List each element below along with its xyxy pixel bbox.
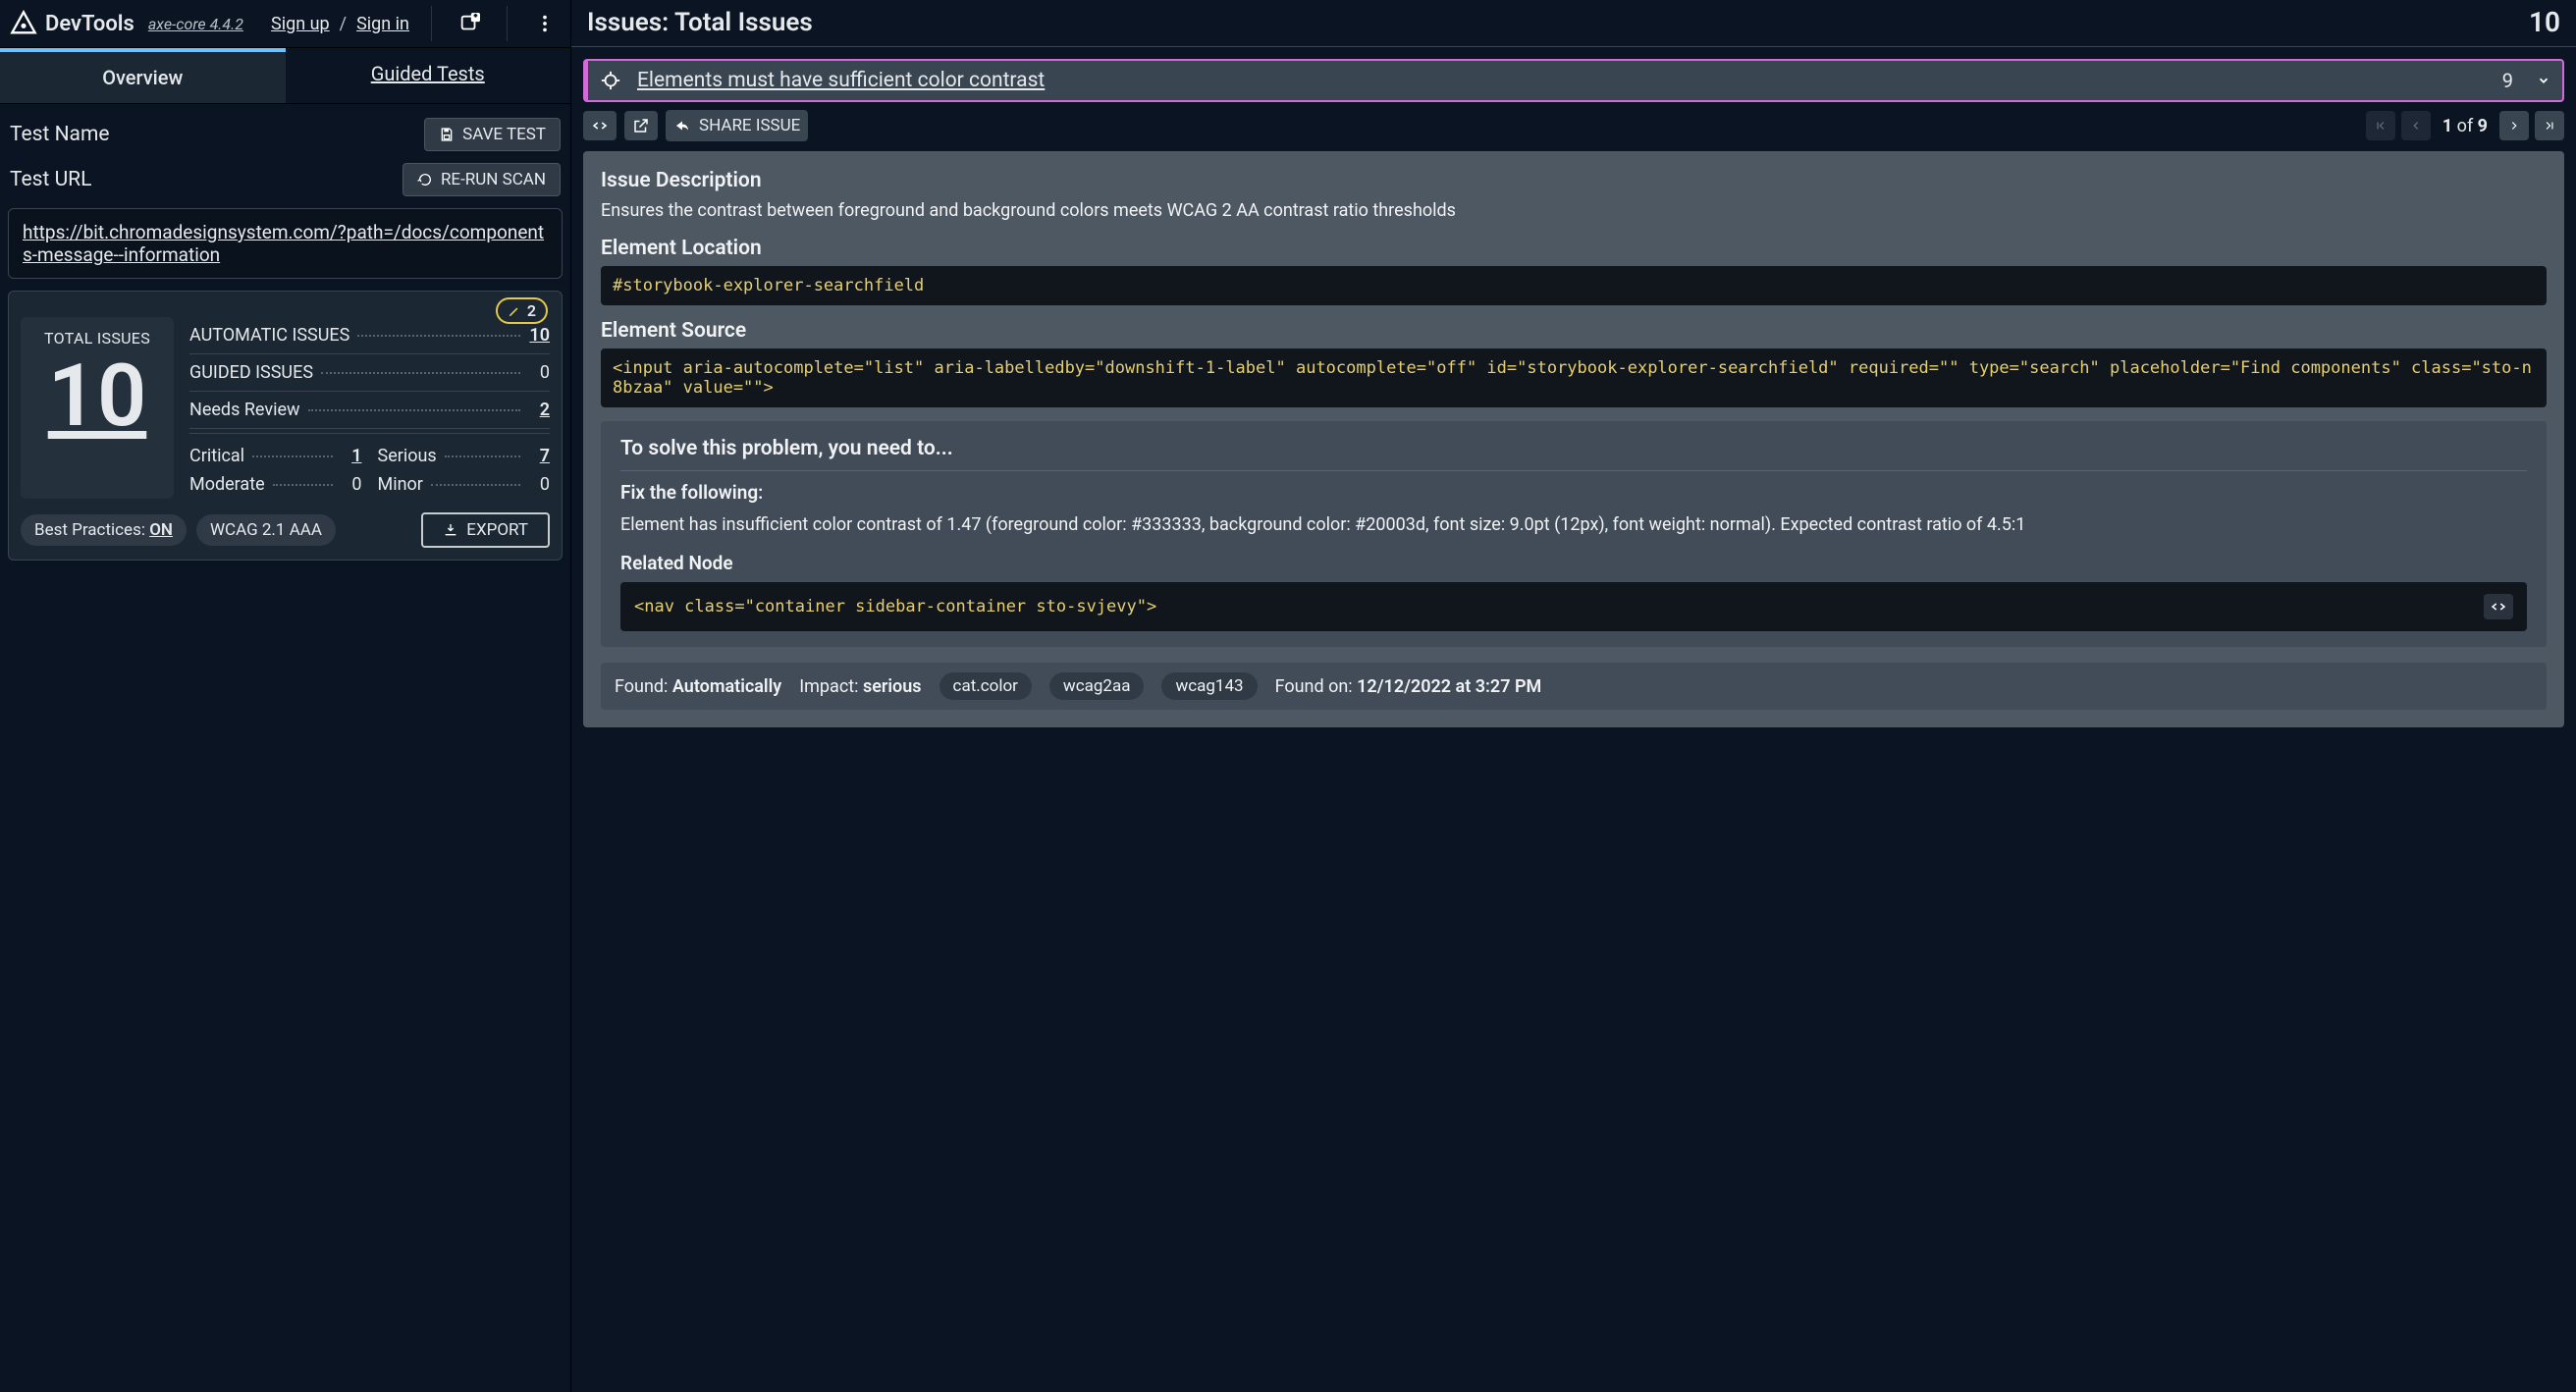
issue-description-text: Ensures the contrast between foreground …	[601, 198, 2547, 223]
signup-link[interactable]: Sign up	[271, 14, 330, 34]
share-icon	[673, 117, 691, 134]
critical-count[interactable]: 1	[341, 446, 362, 466]
issue-occurrence-count: 9	[2502, 69, 2513, 92]
pager-label: 1 of 9	[2442, 116, 2488, 136]
tag-wcag143[interactable]: wcag143	[1161, 672, 1257, 700]
related-node-code: <nav class="container sidebar-container …	[634, 597, 1156, 616]
guided-issues-count: 0	[528, 362, 550, 383]
auth-sep: /	[340, 14, 347, 34]
related-node-heading: Related Node	[620, 552, 2527, 574]
fix-text: Element has insufficient color contrast …	[620, 511, 2527, 538]
minor-label: Minor	[378, 474, 423, 495]
pager-prev	[2401, 111, 2431, 140]
rerun-label: RE-RUN SCAN	[441, 170, 546, 189]
export-button[interactable]: EXPORT	[421, 512, 550, 548]
pencil-icon	[508, 304, 521, 318]
found-meta: Found: Automatically	[615, 676, 781, 697]
element-source-heading: Element Source	[601, 319, 2547, 343]
brand-title: DevTools	[45, 12, 134, 36]
test-url-label: Test URL	[10, 168, 91, 191]
needs-review-label: Needs Review	[189, 400, 300, 420]
best-practices-toggle[interactable]: Best Practices: ON	[21, 514, 187, 546]
inspect-related-button[interactable]	[2484, 594, 2513, 619]
new-window-icon[interactable]	[454, 8, 485, 39]
needs-review-count[interactable]: 2	[528, 400, 550, 420]
moderate-label: Moderate	[189, 474, 265, 495]
test-url-link[interactable]: https://bit.chromadesignsystem.com/?path…	[8, 208, 563, 279]
kebab-menu-icon[interactable]	[529, 8, 561, 39]
inspect-element-button[interactable]	[583, 111, 617, 140]
issues-header-count: 10	[2529, 6, 2560, 38]
moderate-count: 0	[341, 474, 362, 495]
code-icon	[2490, 598, 2507, 616]
element-location-heading: Element Location	[601, 237, 2547, 260]
export-label: EXPORT	[466, 520, 528, 540]
save-icon	[439, 127, 455, 142]
issues-header: Issues: Total Issues	[587, 8, 813, 37]
element-source-code: <input aria-autocomplete="list" aria-lab…	[601, 348, 2547, 407]
signin-link[interactable]: Sign in	[356, 14, 409, 34]
brand-subtitle: axe-core 4.4.2	[148, 15, 243, 33]
test-name-label: Test Name	[10, 123, 110, 146]
tag-cat-color[interactable]: cat.color	[939, 672, 1032, 700]
share-label: SHARE ISSUE	[699, 116, 800, 135]
tab-overview[interactable]: Overview	[0, 48, 286, 103]
edit-count: 2	[527, 301, 536, 320]
axe-logo-icon	[10, 10, 37, 37]
external-link-icon	[632, 117, 650, 134]
found-on-meta: Found on: 12/12/2022 at 3:27 PM	[1275, 676, 1542, 697]
chevron-down-icon[interactable]	[2537, 74, 2550, 87]
download-icon	[443, 522, 458, 538]
wcag-level-chip[interactable]: WCAG 2.1 AAA	[196, 514, 336, 546]
tag-wcag2aa[interactable]: wcag2aa	[1049, 672, 1145, 700]
serious-count[interactable]: 7	[528, 446, 550, 466]
edit-badge[interactable]: 2	[496, 297, 548, 324]
issue-row[interactable]: Elements must have sufficient color cont…	[583, 59, 2564, 102]
rerun-scan-button[interactable]: RE-RUN SCAN	[402, 163, 561, 196]
fix-heading: Fix the following:	[620, 481, 2527, 504]
solve-heading: To solve this problem, you need to...	[620, 437, 2527, 471]
guided-issues-label: GUIDED ISSUES	[189, 362, 313, 383]
refresh-icon	[417, 172, 433, 187]
automatic-issues-count[interactable]: 10	[528, 325, 550, 346]
minor-count: 0	[528, 474, 550, 495]
save-test-label: SAVE TEST	[462, 125, 546, 144]
share-issue-button[interactable]: SHARE ISSUE	[666, 110, 808, 141]
issue-title-link[interactable]: Elements must have sufficient color cont…	[637, 69, 2487, 92]
code-icon	[591, 117, 609, 134]
element-location-code: #storybook-explorer-searchfield	[601, 266, 2547, 305]
pager-first	[2366, 111, 2395, 140]
tab-guided-tests[interactable]: Guided Tests	[286, 48, 571, 103]
critical-label: Critical	[189, 446, 244, 466]
highlight-icon[interactable]	[600, 70, 621, 91]
impact-meta: Impact: serious	[799, 676, 921, 697]
open-external-button[interactable]	[624, 111, 658, 140]
pager-next[interactable]	[2499, 111, 2529, 140]
total-issues-count[interactable]: 10	[36, 353, 158, 440]
save-test-button[interactable]: SAVE TEST	[424, 118, 561, 151]
automatic-issues-label: AUTOMATIC ISSUES	[189, 325, 349, 346]
issue-description-heading: Issue Description	[601, 169, 2547, 192]
serious-label: Serious	[378, 446, 437, 466]
pager-last[interactable]	[2535, 111, 2564, 140]
